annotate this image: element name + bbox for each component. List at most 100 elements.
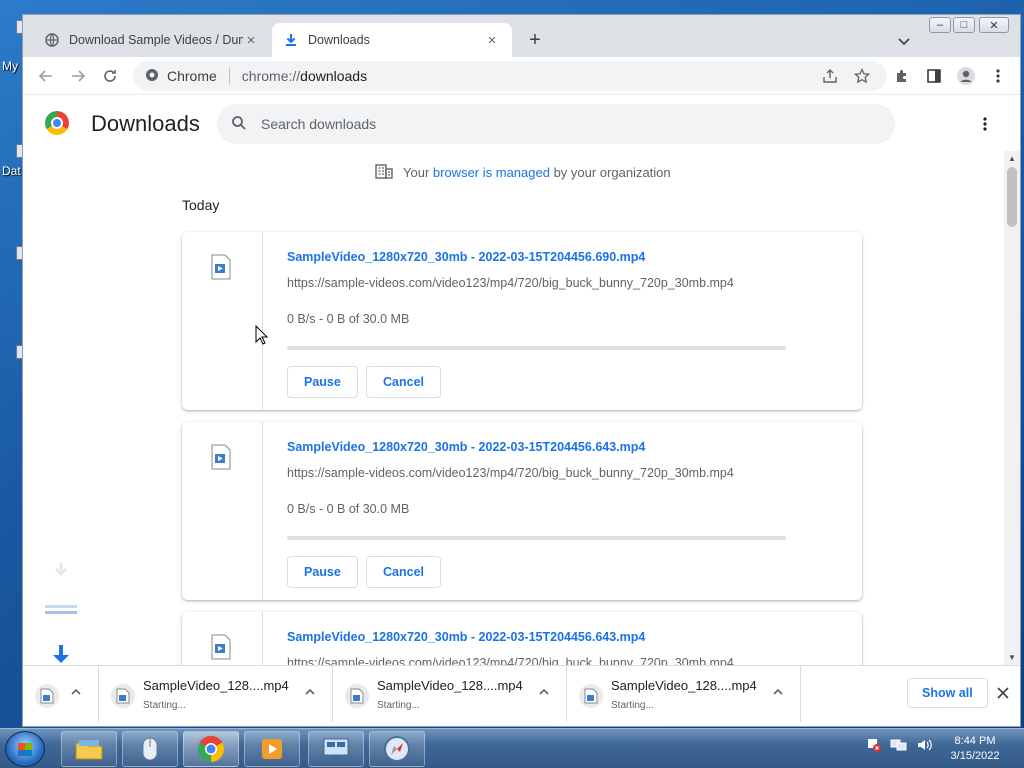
url-scheme: chrome:// [241,68,301,84]
search-input[interactable] [261,116,861,132]
shelf-item[interactable]: SampleVideo_128....mp4 Starting... [567,666,801,722]
desktop-icon-label: My [2,59,18,73]
network-icon[interactable] [890,737,908,753]
reload-button[interactable] [99,65,121,87]
file-name-link[interactable]: SampleVideo_1280x720_30mb - 2022-03-15T2… [287,630,645,644]
video-file-icon [211,634,231,660]
shelf-file-status: Starting... [377,700,420,711]
shelf-file-status: Starting... [611,700,654,711]
forward-button[interactable] [67,65,89,87]
shelf-item[interactable]: SampleVideo_128....mp4 Starting... [333,666,567,722]
download-animation-icon [43,559,79,622]
show-all-button[interactable]: Show all [907,678,988,708]
scroll-down-icon[interactable]: ▼ [1008,653,1016,662]
source-url[interactable]: https://sample-videos.com/video123/mp4/7… [287,466,734,480]
pause-button[interactable]: Pause [287,366,358,398]
profile-avatar-icon[interactable] [955,65,977,87]
clock-time: 8:44 PM [954,735,996,747]
shelf-file-name: SampleVideo_128....mp4 [143,678,289,693]
action-center-icon[interactable] [866,737,882,753]
chevron-up-icon[interactable] [303,685,317,699]
downloads-header: Downloads [23,95,1020,151]
download-item: SampleVideo_1280x720_30mb - 2022-03-15T2… [182,232,862,410]
maximize-button[interactable]: □ [953,17,975,33]
cancel-button[interactable]: Cancel [366,556,441,588]
safari-taskbar-icon[interactable] [369,731,425,767]
file-icon-column [182,422,263,600]
address-bar[interactable]: Chrome chrome://downloads [133,61,887,91]
chrome-window: Download Sample Videos / Dum × Downloads… [22,14,1021,727]
extensions-puzzle-icon[interactable] [891,65,913,87]
desktop-icon-label: Dat [2,164,21,178]
managed-notice: Your browser is managed by your organiza… [375,163,671,182]
video-file-icon [111,684,135,708]
shelf-item[interactable]: SampleVideo_128....mp4 Starting... [99,666,333,722]
file-name-link[interactable]: SampleVideo_1280x720_30mb - 2022-03-15T2… [287,440,645,454]
shelf-item-partial[interactable] [23,666,99,722]
side-panel-icon[interactable] [923,65,945,87]
download-item: SampleVideo_1280x720_30mb - 2022-03-15T2… [182,422,862,600]
volume-icon[interactable] [916,737,932,753]
site-label: Chrome [167,68,217,84]
back-button[interactable] [35,65,57,87]
url-text: chrome://downloads [242,68,367,84]
tab-search-icon[interactable] [895,32,913,50]
share-icon[interactable] [819,65,841,87]
video-file-icon [35,684,59,708]
shelf-file-name: SampleVideo_128....mp4 [611,678,757,693]
taskbar-clock[interactable]: 8:44 PM 3/15/2022 [940,734,1010,764]
shelf-file-status: Starting... [143,700,186,711]
progress-bar [287,346,786,350]
chevron-up-icon[interactable] [69,685,83,699]
tab-strip: Download Sample Videos / Dum × Downloads… [23,15,1020,57]
video-file-icon [211,444,231,470]
tab-title: Downloads [308,33,370,47]
search-box[interactable] [217,104,895,144]
new-tab-button[interactable]: + [523,29,547,53]
page-title: Downloads [91,111,200,136]
video-file-icon [579,684,603,708]
download-icon [284,33,298,47]
source-url[interactable]: https://sample-videos.com/video123/mp4/7… [287,276,734,290]
media-player-taskbar-icon[interactable] [244,731,300,767]
close-shelf-icon[interactable] [995,685,1011,701]
browser-toolbar: Chrome chrome://downloads [23,57,1020,95]
close-window-button[interactable]: ✕ [979,17,1009,33]
download-status: 0 B/s - 0 B of 30.0 MB [287,502,410,516]
page-scrollbar[interactable]: ▲ ▼ [1004,151,1020,665]
download-status: 0 B/s - 0 B of 30.0 MB [287,312,410,326]
chrome-logo-icon [45,111,69,135]
scroll-thumb[interactable] [1007,167,1017,227]
start-button[interactable] [5,731,45,767]
tab-title: Download Sample Videos / Dum [69,33,243,47]
minimize-button[interactable]: – [929,17,951,33]
explorer-taskbar-icon[interactable] [61,731,117,767]
chevron-up-icon[interactable] [537,685,551,699]
clock-date: 3/15/2022 [950,750,1000,762]
mouse-app-taskbar-icon[interactable] [122,731,178,767]
tab-close-icon[interactable]: × [243,32,259,49]
file-name-link[interactable]: SampleVideo_1280x720_30mb - 2022-03-15T2… [287,250,645,264]
pause-button[interactable]: Pause [287,556,358,588]
video-file-icon [345,684,369,708]
omnibox-divider [228,68,230,84]
shelf-file-name: SampleVideo_128....mp4 [377,678,523,693]
tab-close-icon[interactable]: × [484,32,500,49]
more-actions-icon[interactable] [977,113,993,135]
scroll-up-icon[interactable]: ▲ [1008,154,1016,163]
bookmark-star-icon[interactable] [851,65,873,87]
chevron-up-icon[interactable] [771,685,785,699]
tab-sample-videos[interactable]: Download Sample Videos / Dum × [33,23,271,57]
cancel-button[interactable]: Cancel [366,366,441,398]
chrome-taskbar-icon[interactable] [183,731,239,767]
chrome-menu-icon[interactable] [987,65,1009,87]
download-shelf: SampleVideo_128....mp4 Starting... Sampl… [23,665,1020,726]
managed-link[interactable]: browser is managed [433,165,550,180]
tab-downloads[interactable]: Downloads × [272,23,512,57]
date-section-label: Today [182,197,220,213]
search-icon [231,115,247,134]
remote-desktop-taskbar-icon[interactable] [308,731,364,767]
managed-prefix: Your [403,165,433,180]
video-file-icon [211,254,231,280]
globe-icon [45,33,59,47]
